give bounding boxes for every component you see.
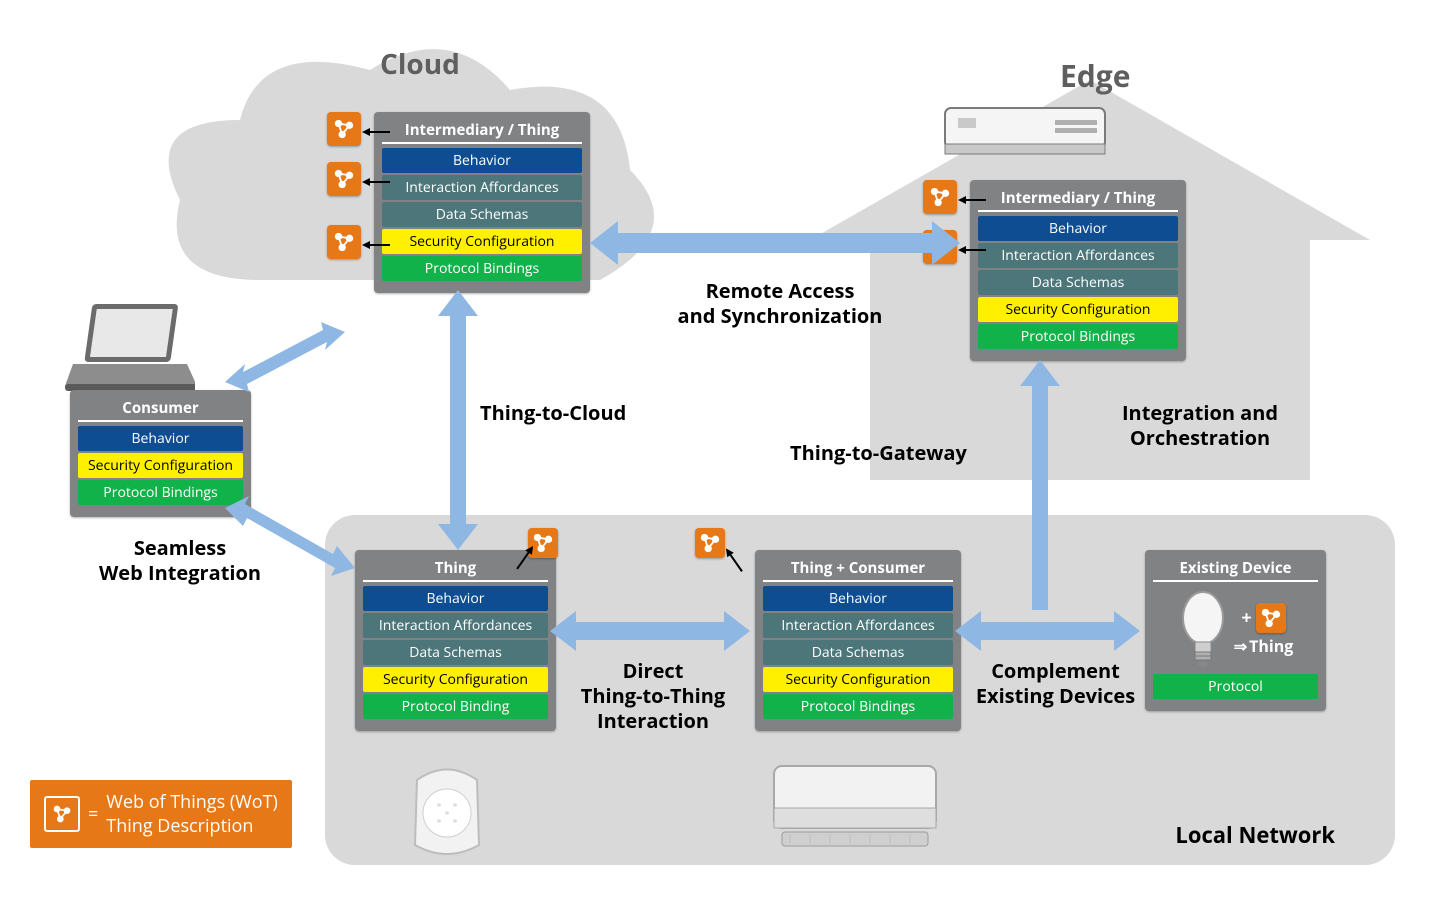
plus-sign: +: [1241, 606, 1251, 630]
laptop-icon: [65, 300, 195, 395]
row-behavior: Behavior: [78, 426, 243, 451]
box-title: Intermediary / Thing: [382, 118, 582, 144]
label-remote: Remote Access and Synchronization: [640, 278, 920, 328]
legend-text: Web of Things (WoT) Thing Description: [106, 790, 278, 838]
label-seamless: Seamless Web Integration: [80, 535, 280, 585]
edge-title: Edge: [1060, 55, 1130, 96]
conn-cloud-edge: [590, 215, 960, 271]
pointer-arrow: [362, 122, 392, 136]
row-security: Security Configuration: [382, 229, 582, 254]
row-security: Security Configuration: [363, 667, 548, 692]
row-behavior: Behavior: [763, 586, 953, 611]
box-title: Consumer: [78, 396, 243, 422]
existing-device-box: Existing Device + ⇒ Thing Protocol: [1145, 550, 1326, 711]
row-protocol: Protocol Bindings: [382, 256, 582, 281]
consumer-box: Consumer Behavior Security Configuration…: [70, 390, 251, 517]
lightbulb-icon: [1178, 590, 1228, 670]
label-complement: Complement Existing Devices: [968, 658, 1143, 708]
local-network-label: Local Network: [1175, 820, 1335, 850]
edge-intermediary-box: Intermediary / Thing Behavior Interactio…: [970, 180, 1186, 361]
pointer-arrow: [958, 190, 988, 204]
thing-label: Thing: [1249, 635, 1293, 657]
thing-box: Thing Behavior Interaction Affordances D…: [355, 550, 556, 731]
conn-cloud-thing: [430, 290, 486, 550]
row-protocol: Protocol Bindings: [978, 324, 1178, 349]
row-protocol: Protocol Bindings: [763, 694, 953, 719]
label-integration: Integration and Orchestration: [1085, 400, 1315, 450]
td-icon: [327, 162, 361, 196]
label-thing-to-cloud: Thing-to-Cloud: [480, 400, 626, 425]
ac-unit-device-icon: [770, 760, 940, 855]
sensor-device-icon: [405, 765, 490, 860]
row-affordances: Interaction Affordances: [763, 613, 953, 638]
conn-thingconsumer-edge: [1012, 360, 1068, 610]
legend-eq: =: [88, 802, 98, 826]
box-title: Thing + Consumer: [763, 556, 953, 582]
conn-consumer-cloud: [225, 320, 345, 400]
box-title: Intermediary / Thing: [978, 186, 1178, 212]
row-affordances: Interaction Affordances: [363, 613, 548, 638]
row-schemas: Data Schemas: [763, 640, 953, 665]
row-behavior: Behavior: [978, 216, 1178, 241]
row-affordances: Interaction Affordances: [978, 243, 1178, 268]
cloud-intermediary-box: Intermediary / Thing Behavior Interactio…: [374, 112, 590, 293]
label-direct: Direct Thing-to-Thing Interaction: [558, 658, 748, 733]
pointer-arrow: [958, 240, 988, 254]
conn-thingconsumer-existing: [955, 605, 1140, 657]
legend: = Web of Things (WoT) Thing Description: [30, 780, 292, 848]
row-protocol: Protocol: [1153, 674, 1318, 699]
edge-gateway-device-icon: [940, 100, 1110, 170]
row-protocol: Protocol Binding: [363, 694, 548, 719]
row-security: Security Configuration: [763, 667, 953, 692]
row-schemas: Data Schemas: [363, 640, 548, 665]
td-icon: [1256, 603, 1286, 633]
td-icon: [327, 112, 361, 146]
row-schemas: Data Schemas: [978, 270, 1178, 295]
label-thing-to-gateway: Thing-to-Gateway: [790, 440, 967, 465]
arrow-sign: ⇒: [1234, 635, 1247, 657]
pointer-arrow: [362, 172, 392, 186]
td-icon: [327, 225, 361, 259]
thing-consumer-box: Thing + Consumer Behavior Interaction Af…: [755, 550, 961, 731]
row-protocol: Protocol Bindings: [78, 480, 243, 505]
row-behavior: Behavior: [382, 148, 582, 173]
row-affordances: Interaction Affordances: [382, 175, 582, 200]
conn-thing-thingconsumer: [550, 605, 750, 657]
row-security: Security Configuration: [978, 297, 1178, 322]
row-behavior: Behavior: [363, 586, 548, 611]
box-title: Existing Device: [1153, 556, 1318, 582]
wot-architecture-diagram: Cloud Edge Local Network Intermediary / …: [0, 0, 1440, 922]
td-icon: [44, 796, 80, 832]
pointer-arrow: [362, 235, 392, 249]
td-icon: [923, 180, 957, 214]
row-schemas: Data Schemas: [382, 202, 582, 227]
cloud-title: Cloud: [380, 45, 460, 83]
row-security: Security Configuration: [78, 453, 243, 478]
